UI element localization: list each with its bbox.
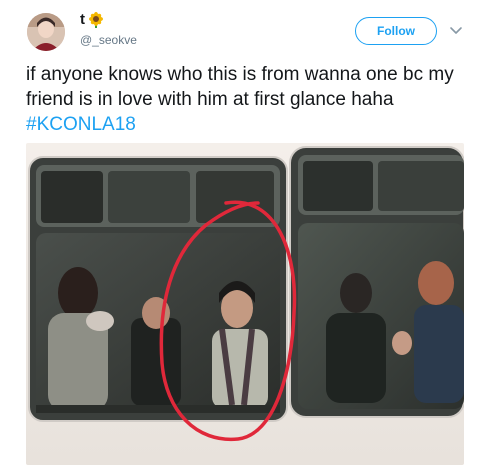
follow-button[interactable]: Follow — [355, 17, 437, 45]
tweet-header: t @_seokve Follow — [0, 0, 480, 60]
chevron-down-icon[interactable] — [449, 24, 463, 38]
tweet-photo[interactable] — [26, 143, 464, 465]
user-handle[interactable]: @_seokve — [80, 33, 137, 47]
avatar-image — [27, 13, 65, 51]
hashtag-link[interactable]: #KCONLA18 — [26, 114, 136, 135]
tweet-text: if anyone knows who this is from wanna o… — [26, 62, 466, 137]
sunflower-emoji-icon — [89, 11, 103, 28]
tweet-body: if anyone knows who this is from wanna o… — [26, 64, 454, 110]
display-name-text: t — [80, 11, 85, 28]
bus-windows-photo — [26, 143, 464, 465]
display-name[interactable]: t — [80, 11, 104, 28]
avatar[interactable] — [27, 13, 65, 51]
